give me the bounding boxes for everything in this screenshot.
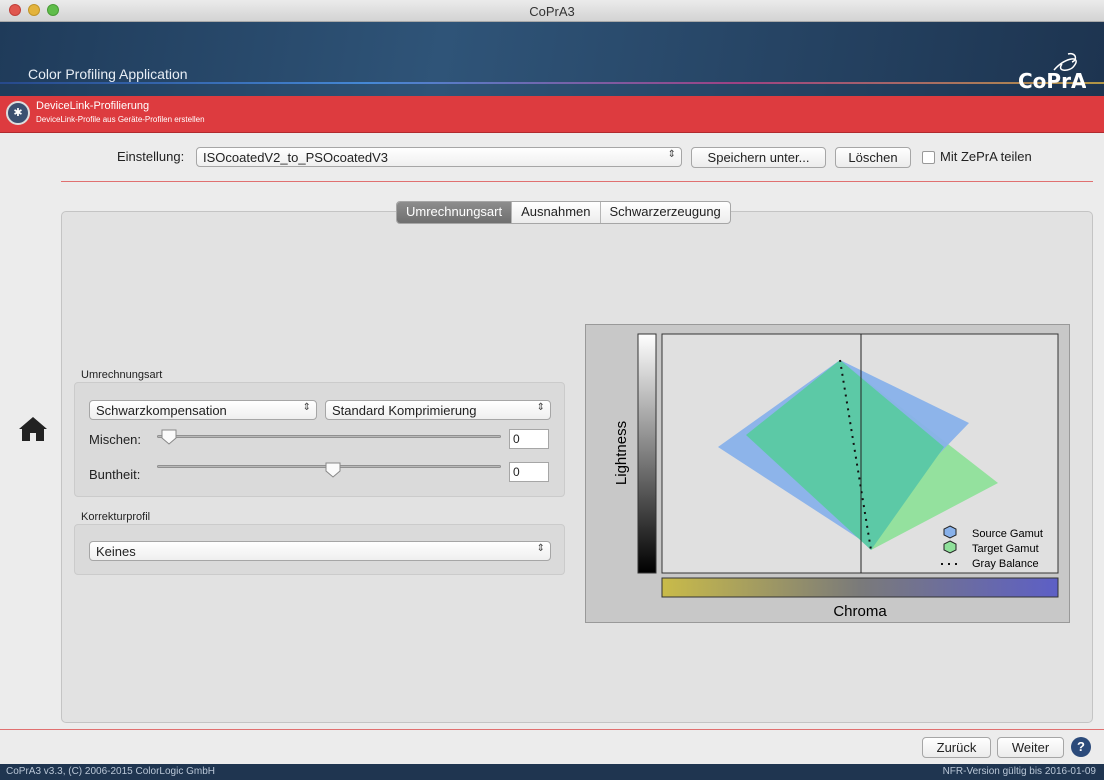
- copra-logo: CoPrA: [1016, 52, 1087, 96]
- mix-slider-track[interactable]: [157, 435, 501, 438]
- tab-schwarzerzeugung[interactable]: Schwarzerzeugung: [601, 202, 730, 223]
- devicelink-icon: ✱: [6, 101, 30, 125]
- setting-label: Einstellung:: [117, 149, 185, 164]
- module-header: ✱ DeviceLink-Profilierung DeviceLink-Pro…: [0, 96, 1104, 133]
- module-title: DeviceLink-Profilierung: [36, 100, 150, 112]
- legend-source-gamut: Source Gamut: [972, 528, 1043, 540]
- chroma-slider-thumb[interactable]: [325, 462, 341, 478]
- next-button[interactable]: Weiter: [997, 737, 1064, 758]
- target-gamut-legend-icon: [943, 540, 957, 554]
- setting-select[interactable]: ISOcoatedV2_to_PSOcoatedV3 ⇕: [196, 147, 682, 167]
- help-icon[interactable]: ?: [1071, 737, 1091, 757]
- legend-gray-balance: Gray Balance: [972, 558, 1039, 570]
- compression-value: Standard Komprimierung: [332, 403, 477, 418]
- window-titlebar: CoPrA3: [0, 0, 1104, 22]
- chroma-gradient-bar: [661, 577, 1059, 598]
- correction-group-title: Korrekturprofil: [81, 511, 151, 523]
- conversion-group-title: Umrechnungsart: [81, 369, 163, 381]
- mix-label: Mischen:: [89, 432, 142, 447]
- footer-divider: [0, 729, 1104, 730]
- lightness-axis-label: Lightness: [613, 421, 630, 485]
- mix-slider-thumb[interactable]: [161, 429, 177, 445]
- copyright-text: CoPrA3 v3.3, (C) 2006-2015 ColorLogic Gm…: [6, 766, 215, 777]
- source-gamut-legend-icon: [943, 525, 957, 539]
- setting-selected-value: ISOcoatedV2_to_PSOcoatedV3: [203, 150, 389, 165]
- module-subtitle: DeviceLink-Profile aus Geräte-Profilen e…: [36, 115, 205, 124]
- divider: [61, 181, 1093, 182]
- updown-arrows-icon: ⇕: [536, 543, 545, 554]
- chroma-label: Buntheit:: [89, 467, 141, 482]
- conversion-method-select[interactable]: Schwarzkompensation ⇕: [89, 400, 317, 420]
- license-text: NFR-Version gültig bis 2016-01-09: [942, 766, 1096, 777]
- chroma-axis-label: Chroma: [833, 603, 887, 620]
- share-zepra-label: Mit ZePrA teilen: [940, 149, 1032, 164]
- correction-profile-value: Keines: [96, 544, 136, 559]
- tab-umrechnungsart[interactable]: Umrechnungsart: [397, 202, 513, 223]
- back-button[interactable]: Zurück: [922, 737, 991, 758]
- chroma-value-field[interactable]: 0: [509, 462, 549, 482]
- legend-target-gamut: Target Gamut: [972, 543, 1039, 555]
- banner-stripe: [0, 82, 1104, 84]
- updown-arrows-icon: ⇕: [536, 402, 545, 413]
- save-as-button[interactable]: Speichern unter...: [691, 147, 826, 168]
- gamut-chart: Source Gamut Target Gamut Gray Balance C…: [585, 324, 1070, 623]
- copra-logo-icon: CoPrA: [1018, 52, 1087, 93]
- compression-select[interactable]: Standard Komprimierung ⇕: [325, 400, 551, 420]
- updown-arrows-icon: ⇕: [667, 149, 676, 160]
- conversion-method-value: Schwarzkompensation: [96, 403, 227, 418]
- svg-text:CoPrA: CoPrA: [1018, 69, 1086, 93]
- share-zepra-checkbox[interactable]: [922, 151, 935, 164]
- lightness-gradient-bar: [637, 333, 657, 574]
- delete-button[interactable]: Löschen: [835, 147, 911, 168]
- home-icon[interactable]: [18, 416, 48, 449]
- gamut-chart-svg: Source Gamut Target Gamut Gray Balance C…: [613, 333, 1059, 620]
- app-banner: Color Profiling Application CoPrA: [0, 22, 1104, 96]
- mix-value-field[interactable]: 0: [509, 429, 549, 449]
- correction-profile-select[interactable]: Keines ⇕: [89, 541, 551, 561]
- updown-arrows-icon: ⇕: [302, 402, 311, 413]
- window-title: CoPrA3: [529, 4, 575, 19]
- tab-ausnahmen[interactable]: Ausnahmen: [512, 202, 601, 223]
- status-bar: CoPrA3 v3.3, (C) 2006-2015 ColorLogic Gm…: [0, 764, 1104, 780]
- tab-bar: Umrechnungsart Ausnahmen Schwarzerzeugun…: [396, 201, 731, 224]
- app-name: Color Profiling Application: [28, 66, 188, 82]
